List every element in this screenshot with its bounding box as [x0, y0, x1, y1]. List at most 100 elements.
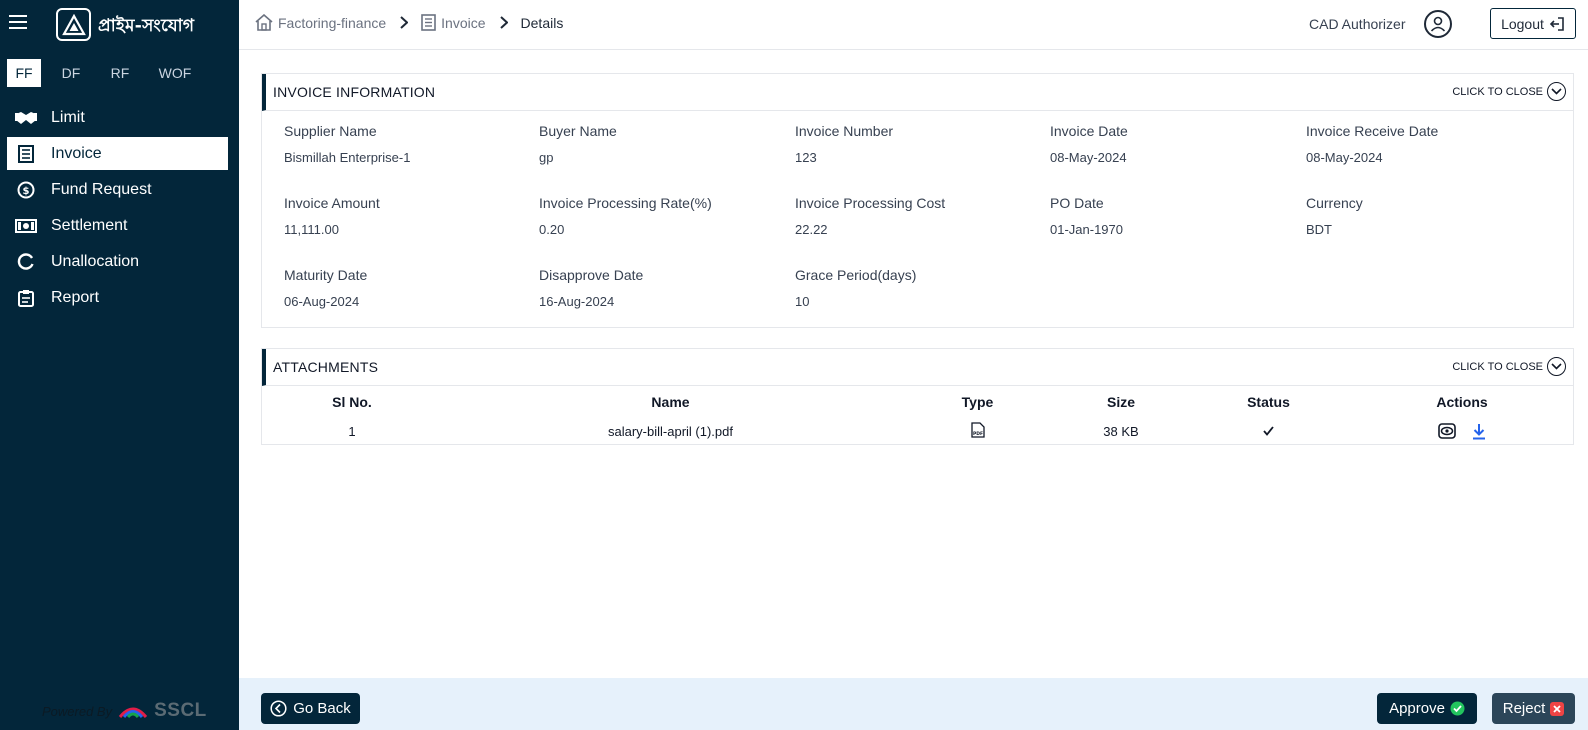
- field-label: Disapprove Date: [539, 267, 644, 283]
- go-back-button[interactable]: Go Back: [261, 693, 360, 724]
- clipboard-icon: [14, 288, 38, 308]
- field-value: 0.20: [539, 222, 565, 237]
- field-value: 08-May-2024: [1050, 150, 1127, 165]
- approve-button[interactable]: Approve: [1377, 693, 1477, 724]
- field-invoice-number: Invoice Number 123: [795, 123, 1051, 165]
- attachments-table: Sl No. Name Type Size Status Actions 1 s…: [262, 386, 1573, 444]
- tab-df[interactable]: DF: [41, 59, 101, 87]
- breadcrumb: Factoring-finance Invoice Details: [255, 14, 563, 31]
- tab-ff[interactable]: FF: [7, 59, 41, 87]
- collapse-label: CLICK TO CLOSE: [1452, 85, 1543, 98]
- breadcrumb-item-invoice[interactable]: Invoice: [421, 14, 486, 31]
- go-back-label: Go Back: [293, 700, 351, 717]
- sidebar-item-label: Invoice: [51, 144, 102, 162]
- brand-logo-icon[interactable]: [56, 8, 91, 41]
- field-label: Buyer Name: [539, 123, 617, 139]
- sidebar: প্রাইম-সংযোগ FF DF RF WOF Limit Invoice …: [0, 0, 239, 730]
- field-supplier-name: Supplier Name Bismillah Enterprise-1: [284, 123, 540, 165]
- field-processing-rate: Invoice Processing Rate(%) 0.20: [539, 195, 795, 237]
- home-icon: [255, 14, 273, 31]
- sidebar-item-report[interactable]: Report: [7, 281, 228, 314]
- sidebar-item-label: Unallocation: [51, 252, 140, 270]
- collapse-toggle[interactable]: CLICK TO CLOSE: [1452, 82, 1566, 101]
- sidebar-item-label: Limit: [51, 108, 85, 126]
- approve-check-icon: [1450, 701, 1465, 716]
- tab-rf[interactable]: RF: [101, 59, 139, 87]
- view-icon[interactable]: [1437, 423, 1456, 439]
- field-value: 01-Jan-1970: [1050, 222, 1123, 237]
- field-value: 11,111.00: [284, 222, 339, 237]
- logout-button[interactable]: Logout: [1490, 8, 1576, 39]
- sidebar-nav: Limit Invoice $ Fund Request Settlement …: [7, 101, 228, 317]
- field-buyer-name: Buyer Name gp: [539, 123, 795, 165]
- column-header-sl: Sl No.: [332, 394, 372, 410]
- field-label: Invoice Processing Cost: [795, 195, 946, 211]
- approve-label: Approve: [1389, 700, 1445, 717]
- column-header-actions: Actions: [1436, 394, 1488, 410]
- field-processing-cost: Invoice Processing Cost 22.22: [795, 195, 1051, 237]
- product-tabs: FF DF RF WOF: [7, 59, 211, 87]
- field-value: Bismillah Enterprise-1: [284, 150, 411, 165]
- powered-by: Powered By SSCL: [42, 700, 207, 722]
- field-value: BDT: [1306, 222, 1332, 237]
- pdf-icon: PDF: [970, 421, 985, 441]
- sidebar-item-limit[interactable]: Limit: [7, 101, 228, 134]
- invoice-fields: Supplier Name Bismillah Enterprise-1 Buye…: [262, 111, 1573, 327]
- field-invoice-date: Invoice Date 08-May-2024: [1050, 123, 1306, 165]
- user-role: CAD Authorizer: [1309, 16, 1406, 32]
- sidebar-item-label: Settlement: [51, 216, 128, 234]
- collapse-toggle[interactable]: CLICK TO CLOSE: [1452, 357, 1566, 376]
- breadcrumb-label: Factoring-finance: [278, 14, 387, 31]
- reject-button[interactable]: Reject: [1492, 693, 1575, 724]
- panel-title: ATTACHMENTS: [273, 359, 379, 375]
- invoice-information-panel: INVOICE INFORMATION CLICK TO CLOSE Suppl…: [261, 73, 1574, 328]
- tab-wof[interactable]: WOF: [139, 59, 211, 87]
- cell-name: salary-bill-april (1).pdf: [608, 423, 733, 439]
- field-invoice-amount: Invoice Amount 11,111.00: [284, 195, 540, 237]
- cell-size: 38 KB: [1103, 423, 1139, 439]
- field-label: Invoice Amount: [284, 195, 380, 211]
- sscl-logo-icon: [118, 707, 148, 719]
- check-icon: [1263, 424, 1274, 439]
- sidebar-item-unallocation[interactable]: Unallocation: [7, 245, 228, 278]
- sidebar-item-label: Fund Request: [51, 180, 152, 198]
- circle-icon: [14, 252, 38, 272]
- field-value: gp: [539, 150, 554, 165]
- column-header-size: Size: [1106, 394, 1135, 410]
- field-value: 16-Aug-2024: [539, 294, 615, 309]
- chevron-down-icon: [1547, 82, 1566, 101]
- breadcrumb-item-factoring-finance[interactable]: Factoring-finance: [255, 14, 386, 31]
- sidebar-item-fund-request[interactable]: $ Fund Request: [7, 173, 228, 206]
- arrow-left-circle-icon: [270, 700, 287, 717]
- field-value: 22.22: [795, 222, 828, 237]
- field-grace-period: Grace Period(days) 10: [795, 267, 1051, 309]
- invoice-icon: [421, 14, 436, 31]
- coin-icon: $: [14, 180, 38, 200]
- field-label: Invoice Receive Date: [1306, 123, 1439, 139]
- action-footer: Go Back Approve Reject: [239, 678, 1588, 730]
- column-header-status: Status: [1247, 394, 1290, 410]
- column-header-name: Name: [651, 394, 690, 410]
- breadcrumb-item-details: Details: [521, 15, 564, 31]
- sidebar-item-label: Report: [51, 288, 100, 306]
- table-row: 1 salary-bill-april (1).pdf PDF 38 KB: [262, 418, 1573, 444]
- sidebar-item-invoice[interactable]: Invoice: [7, 137, 228, 170]
- chevron-right-icon: [400, 16, 409, 29]
- field-po-date: PO Date 01-Jan-1970: [1050, 195, 1306, 237]
- logout-label: Logout: [1501, 15, 1544, 32]
- field-value: 08-May-2024: [1306, 150, 1383, 165]
- breadcrumb-label: Details: [520, 14, 564, 31]
- sidebar-item-settlement[interactable]: Settlement: [7, 209, 228, 242]
- menu-icon[interactable]: [9, 15, 27, 31]
- download-icon[interactable]: [1472, 423, 1486, 440]
- breadcrumb-label: Invoice: [441, 14, 486, 31]
- field-label: Invoice Number: [795, 123, 894, 139]
- top-header: Factoring-finance Invoice Details CAD Au…: [239, 0, 1588, 50]
- field-value: 06-Aug-2024: [284, 294, 360, 309]
- invoice-icon: [14, 144, 38, 164]
- field-label: PO Date: [1050, 195, 1104, 211]
- user-avatar-icon[interactable]: [1424, 10, 1452, 38]
- banknote-icon: [14, 216, 38, 236]
- chevron-down-icon: [1547, 357, 1566, 376]
- field-value: 123: [795, 150, 817, 165]
